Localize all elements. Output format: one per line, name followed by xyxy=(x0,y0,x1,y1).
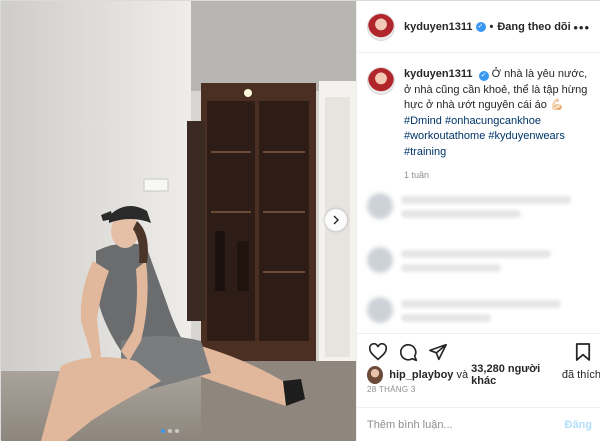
blurred-text xyxy=(401,264,501,272)
blurred-text xyxy=(401,300,561,308)
blurred-text xyxy=(401,210,521,218)
comment-bar: Đăng xyxy=(357,407,600,441)
post-comment-button[interactable]: Đăng xyxy=(565,419,593,431)
heart-icon xyxy=(368,342,388,360)
comment-button[interactable] xyxy=(397,341,419,363)
likes-summary: hip_playboy và 33,280 người khác đã thíc… xyxy=(367,363,600,387)
comment-blurred xyxy=(367,247,592,278)
header-separator: • xyxy=(489,20,494,33)
blurred-text xyxy=(401,250,551,258)
header-username[interactable]: kyduyen1311 xyxy=(404,21,473,33)
post-side-panel: kyduyen1311 ✓ • Đang theo dõi ••• kyduye… xyxy=(356,1,600,441)
share-icon xyxy=(429,343,447,360)
caption-text-block: kyduyen1311 ✓ Ở nhà là yêu nước, ở nhà c… xyxy=(404,67,592,160)
comment-blurred xyxy=(367,297,592,328)
hashtag[interactable]: #Dmind xyxy=(404,115,442,127)
avatar[interactable] xyxy=(367,12,395,41)
caption-username[interactable]: kyduyen1311 xyxy=(404,68,473,80)
liker-username[interactable]: hip_playboy xyxy=(389,369,453,381)
hashtag[interactable]: #training xyxy=(404,146,446,158)
comment-icon xyxy=(399,343,418,361)
post-caption: kyduyen1311 ✓ Ở nhà là yêu nước, ở nhà c… xyxy=(367,67,592,180)
share-button[interactable] xyxy=(427,341,449,363)
follow-status-button[interactable]: Đang theo dõi xyxy=(497,21,570,33)
liker-avatar[interactable] xyxy=(367,366,384,384)
verified-badge-icon: ✓ xyxy=(475,21,486,32)
comment-avatar-blurred xyxy=(367,193,393,219)
likes-suffix: đã thích xyxy=(558,369,600,381)
comment-input[interactable] xyxy=(367,418,565,431)
next-photo-button[interactable] xyxy=(325,209,347,231)
hashtag[interactable]: #workoutathome xyxy=(404,130,485,142)
post-header: kyduyen1311 ✓ • Đang theo dõi ••• xyxy=(357,1,600,53)
carousel-dot xyxy=(175,429,179,433)
instagram-post-modal: kyduyen1311 ✓ • Đang theo dõi ••• kyduye… xyxy=(0,0,600,441)
comment-avatar-blurred xyxy=(367,297,393,323)
carousel-dot xyxy=(168,429,172,433)
verified-badge-icon: ✓ xyxy=(478,70,489,81)
likes-count[interactable]: 33,280 người khác xyxy=(471,363,559,387)
hashtag[interactable]: #onhacungcankhoe xyxy=(445,115,541,127)
likes-connector: và xyxy=(453,369,472,381)
carousel-indicator xyxy=(161,429,179,433)
caption-avatar[interactable] xyxy=(367,67,395,95)
comment-avatar-blurred xyxy=(367,247,393,273)
carousel-dot-active xyxy=(161,429,165,433)
more-options-button[interactable]: ••• xyxy=(573,21,590,34)
save-button[interactable] xyxy=(572,341,594,363)
comment-blurred xyxy=(367,193,592,224)
hashtag[interactable]: #kyduyenwears xyxy=(488,130,564,142)
blurred-text xyxy=(401,314,491,322)
photo-illustration xyxy=(1,1,356,441)
like-button[interactable] xyxy=(367,341,389,363)
post-time-ago[interactable]: 1 tuần xyxy=(404,170,592,180)
blurred-text xyxy=(401,196,571,204)
post-date[interactable]: 28 THÁNG 3 xyxy=(367,385,416,394)
bookmark-icon xyxy=(575,342,591,361)
chevron-right-icon xyxy=(333,215,339,225)
post-photo[interactable] xyxy=(1,1,356,441)
